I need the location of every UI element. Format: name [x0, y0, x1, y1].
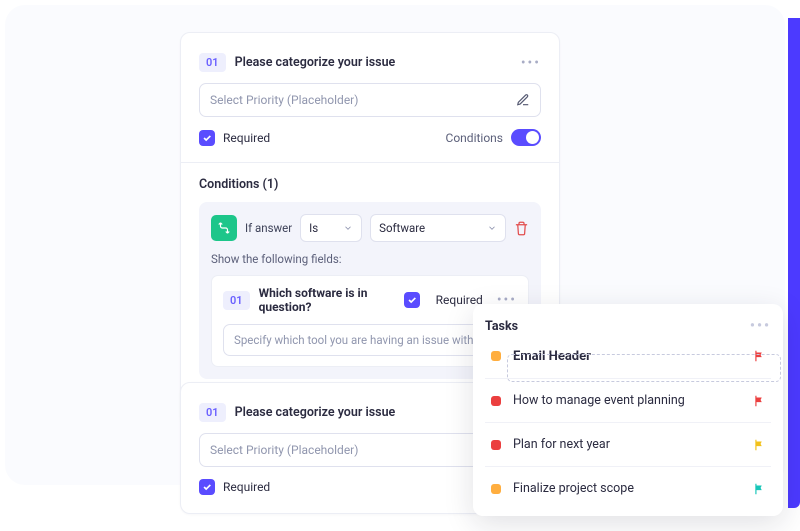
accent-strip [788, 18, 800, 508]
branch-icon [211, 215, 237, 241]
priority-placeholder-2: Select Priority (Placeholder) [210, 443, 358, 457]
task-title: Plan for next year [513, 437, 610, 452]
required-checkbox-2[interactable] [199, 479, 215, 495]
nested-placeholder-text: Specify which tool you are having an iss… [234, 333, 473, 347]
nested-field-title: Which software is in question? [259, 286, 404, 314]
flag-icon[interactable] [753, 482, 767, 496]
task-row[interactable]: How to manage event planning [485, 378, 771, 422]
operator-select[interactable]: Is [300, 214, 362, 242]
flag-icon[interactable] [753, 394, 767, 408]
task-status-dot [491, 396, 501, 406]
value-selected: Software [379, 221, 425, 235]
task-title: Finalize project scope [513, 481, 634, 496]
flag-icon[interactable] [753, 349, 767, 363]
priority-select[interactable]: Select Priority (Placeholder) [199, 83, 541, 117]
required-checkbox[interactable] [199, 130, 215, 146]
task-row[interactable]: Finalize project scope [485, 466, 771, 510]
field-title: Please categorize your issue [235, 55, 396, 70]
conditions-header: Conditions (1) [199, 177, 541, 192]
conditions-toggle[interactable] [511, 129, 541, 146]
task-status-dot [491, 440, 501, 450]
nested-step-number: 01 [223, 291, 250, 310]
divider [181, 162, 559, 163]
step-number-badge-2: 01 [199, 403, 226, 422]
step-number-badge: 01 [199, 53, 226, 72]
trash-icon[interactable] [514, 221, 529, 236]
show-fields-label: Show the following fields: [211, 252, 529, 266]
value-select[interactable]: Software [370, 214, 506, 242]
nested-required-checkbox[interactable] [404, 292, 420, 308]
nested-required-label: Required [436, 293, 483, 307]
field-header: 01 Please categorize your issue ••• [199, 53, 541, 72]
tasks-title: Tasks [485, 319, 518, 334]
priority-placeholder: Select Priority (Placeholder) [210, 93, 358, 107]
tasks-more-icon[interactable]: ••• [750, 318, 771, 334]
required-row: Required Conditions [199, 129, 541, 146]
required-label: Required [223, 131, 270, 145]
chevron-down-icon [343, 223, 353, 233]
if-answer-label: If answer [245, 221, 292, 235]
task-row[interactable]: Email Header [485, 334, 771, 378]
flag-icon[interactable] [753, 438, 767, 452]
conditions-label: Conditions [446, 131, 503, 145]
field-title-2: Please categorize your issue [235, 405, 396, 420]
task-row[interactable]: Plan for next year [485, 422, 771, 466]
task-title: Email Header [513, 349, 591, 364]
operator-value: Is [309, 221, 318, 235]
tasks-header: Tasks ••• [485, 318, 771, 334]
more-menu-icon[interactable]: ••• [521, 55, 541, 71]
tasks-panel: Tasks ••• Email Header How to manage eve… [473, 304, 783, 516]
condition-rule-row: If answer Is Software [211, 214, 529, 242]
required-label-2: Required [223, 480, 270, 494]
chevron-down-icon [487, 223, 497, 233]
task-title: How to manage event planning [513, 393, 685, 408]
pencil-icon[interactable] [516, 93, 530, 107]
task-status-dot [491, 351, 501, 361]
task-status-dot [491, 484, 501, 494]
